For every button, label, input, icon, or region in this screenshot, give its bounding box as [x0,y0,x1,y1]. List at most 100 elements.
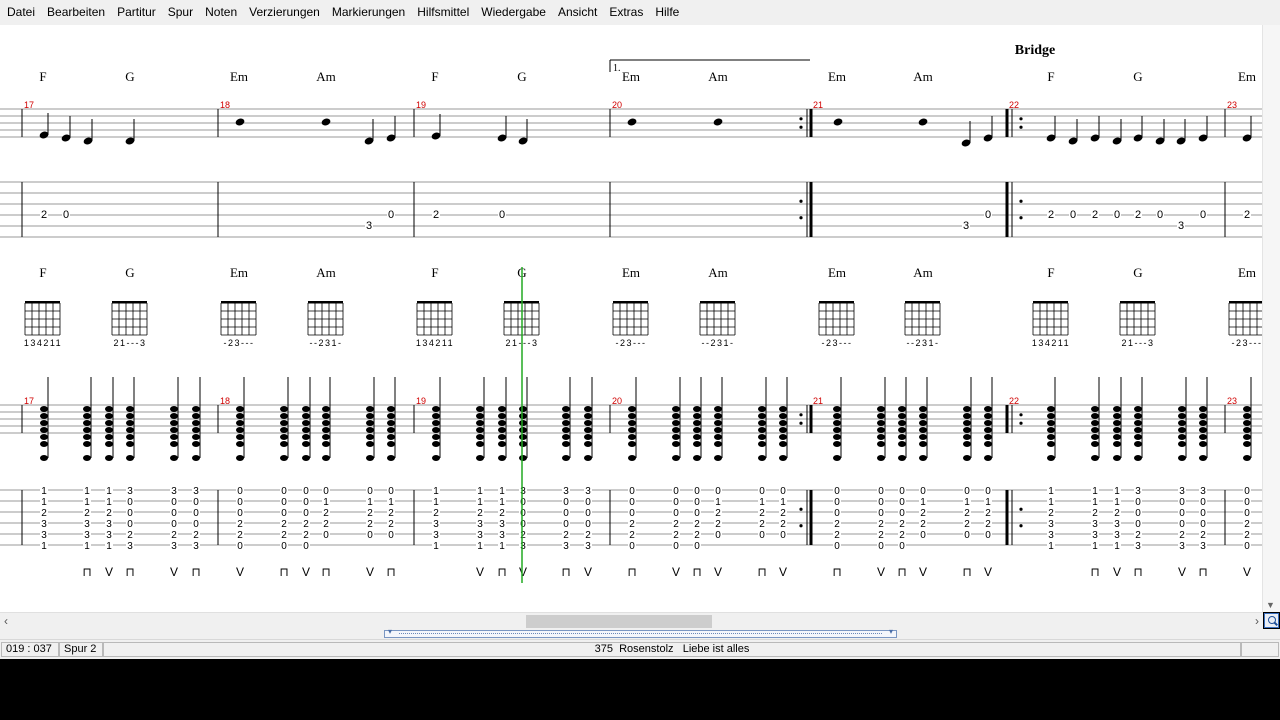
repeat-start-dot [1019,125,1023,129]
chord-note-head [984,420,992,426]
chord-note-head [833,455,841,461]
chord-note-head [432,427,440,433]
tab-fret: 1 [1092,486,1098,497]
tab-fret: 3 [127,541,133,552]
strum-mark: V [714,565,722,579]
tab-fret: 2 [1114,508,1120,519]
scroll-left-icon[interactable]: ‹ [4,613,8,630]
tab-fret: 1 [1114,486,1120,497]
scroll-right-icon[interactable]: › [1255,613,1259,630]
chord-note-head [1199,406,1207,412]
tab-fret: 3 [585,541,591,552]
tab-fret: 0 [281,541,287,552]
tab-fret: 2 [985,508,991,519]
chord-note-head [758,441,766,447]
horizontal-scrollbar[interactable]: ‹ › [0,612,1263,630]
splitter-handle[interactable] [384,627,897,638]
scroll-down-icon[interactable]: ▼ [1266,600,1275,610]
chord-note-head [40,420,48,426]
panel-splitter[interactable] [0,627,1280,639]
tab-fret: 0 [878,508,884,519]
menu-hilfe[interactable]: Hilfe [649,0,685,25]
menu-partitur[interactable]: Partitur [111,0,162,25]
chord-name: F [39,265,46,280]
repeat-end-dot [799,413,803,417]
chord-note-head [498,441,506,447]
bar-number: 20 [612,396,622,406]
menu-hilfsmittel[interactable]: Hilfsmittel [411,0,475,25]
menu-noten[interactable]: Noten [199,0,243,25]
tab-fret: 0 [563,519,569,530]
tab-fret: 1 [1048,486,1054,497]
tab-fret: 0 [673,508,679,519]
strum-mark: V [105,565,113,579]
chord-note-head [322,441,330,447]
chord-note-head [476,420,484,426]
chord-note-head [758,427,766,433]
repeat-end-dot [799,216,803,220]
chord-note-head [170,455,178,461]
chord-note-head [83,434,91,440]
chord-note-head [562,413,570,419]
score-canvas[interactable]: Bridge 1. F G Em Am F G Em Am Em Am F G Em F G Em Am F G Em Am… [0,25,1263,612]
menu-markierungen[interactable]: Markierungen [326,0,411,25]
chord-note-head [519,406,527,412]
tab-fret: 0 [1244,497,1250,508]
tab-fret: 3 [84,530,90,541]
tab-fret: 0 [585,519,591,530]
chord-name: Em [230,69,248,84]
tab-fret: 0 [694,541,700,552]
tab-fret: 0 [127,508,133,519]
chord-note-head [1113,413,1121,419]
menu-extras[interactable]: Extras [603,0,649,25]
strum-mark: ⊓ [897,565,906,579]
chord-note-head [387,434,395,440]
note-head [235,118,245,126]
chord-note-head [519,441,527,447]
strum-mark: ⊓ [497,565,506,579]
menu-wiedergabe[interactable]: Wiedergabe [475,0,552,25]
menu-ansicht[interactable]: Ansicht [552,0,603,25]
vertical-scrollbar[interactable]: ▼ [1262,25,1280,612]
horizontal-scroll-thumb[interactable] [526,615,712,628]
tab-fret: 0 [780,530,786,541]
tab-fret: 3 [433,519,439,530]
tab-fret: 1 [1092,541,1098,552]
tab-fret: 2 [629,530,635,541]
menu-verzierungen[interactable]: Verzierungen [243,0,326,25]
zoom-icon[interactable] [1264,613,1279,628]
chord-note-head [877,406,885,412]
score-view[interactable]: Bridge 1. F G Em Am F G Em Am Em Am F G Em F G Em Am F G Em Am… [0,25,1280,612]
menu-bearbeiten[interactable]: Bearbeiten [41,0,111,25]
menu-spur[interactable]: Spur [162,0,199,25]
chord-note-head [963,434,971,440]
chord-note-head [366,406,374,412]
tab-fret: 0 [834,541,840,552]
menu-datei[interactable]: Datei [0,0,41,25]
tab-fret: 2 [920,508,926,519]
chord-fingering: --231- [701,338,734,348]
tab-fret: 0 [899,508,905,519]
note-head [713,118,723,126]
tab-fret: 0 [323,486,329,497]
tab-fret: 3 [171,486,177,497]
chord-name: F [1047,69,1054,84]
chord-name: G [1133,265,1142,280]
strum-mark: V [236,565,244,579]
tab-fret: 0 [1179,497,1185,508]
tab-fret: 0 [673,541,679,552]
section-label: Bridge [1015,43,1055,58]
chord-note-head [83,441,91,447]
chord-note-head [192,406,200,412]
strum-mark: ⊓ [386,565,395,579]
chord-note-head [280,420,288,426]
tab-fret: 1 [1114,497,1120,508]
chord-note-head [562,406,570,412]
chord-note-head [192,441,200,447]
chord-note-head [387,427,395,433]
chord-note-head [432,413,440,419]
tab-fret: 2 [715,519,721,530]
tab-fret: 3 [1135,486,1141,497]
chord-note-head [302,420,310,426]
tab-fret: 2 [1135,209,1141,221]
